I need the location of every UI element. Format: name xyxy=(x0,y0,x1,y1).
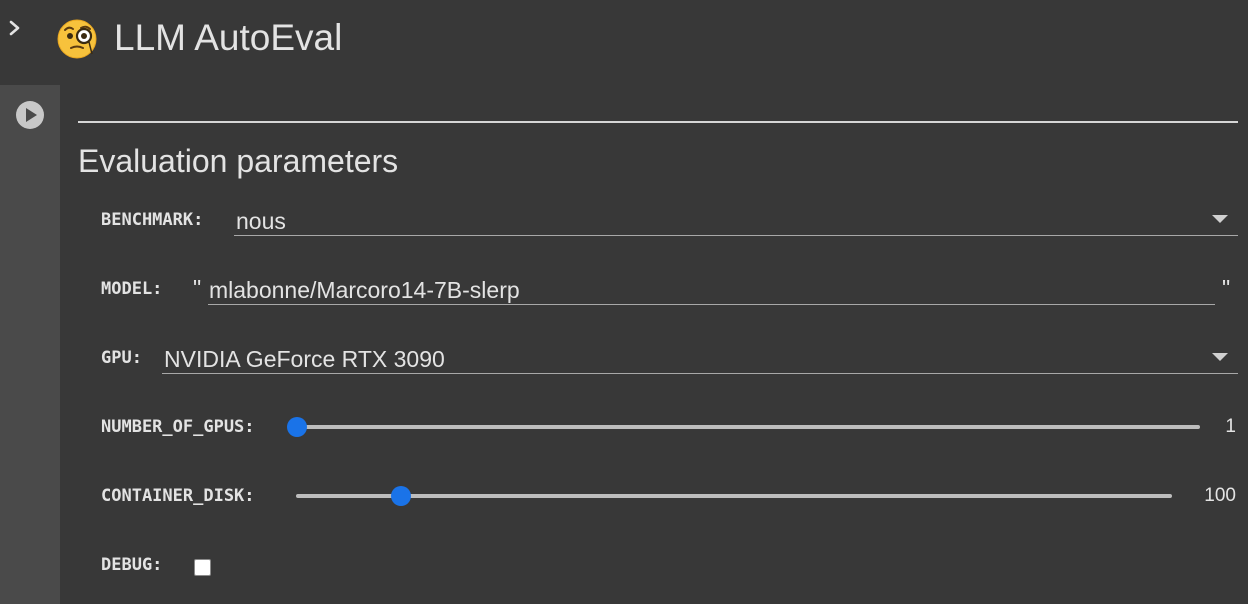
model-close-quote: " xyxy=(1222,275,1231,301)
benchmark-dropdown[interactable]: nous xyxy=(234,205,1238,236)
benchmark-label: BENCHMARK: xyxy=(101,210,204,230)
number-of-gpus-label: NUMBER_OF_GPUS: xyxy=(101,417,255,437)
model-open-quote: " xyxy=(193,275,202,301)
container-disk-slider-track[interactable] xyxy=(296,494,1172,498)
number-of-gpus-value: 1 xyxy=(1225,416,1236,437)
dropdown-arrow-icon xyxy=(1212,215,1228,223)
run-cell-button[interactable] xyxy=(15,100,45,130)
model-text-field[interactable]: mlabonne/Marcoro14-7B-slerp xyxy=(208,274,1215,305)
number-of-gpus-slider-thumb[interactable] xyxy=(287,417,307,437)
model-value: mlabonne/Marcoro14-7B-slerp xyxy=(209,277,520,303)
debug-label: DEBUG: xyxy=(101,555,163,575)
chevron-right-icon[interactable] xyxy=(8,20,22,36)
number-of-gpus-slider-track[interactable] xyxy=(297,425,1200,429)
separator xyxy=(78,121,1238,123)
gpu-label: GPU: xyxy=(101,348,142,368)
gpu-value: NVIDIA GeForce RTX 3090 xyxy=(164,346,445,372)
cell-gutter xyxy=(0,85,60,604)
section-heading: Evaluation parameters xyxy=(78,143,399,179)
cell-title: LLM AutoEval xyxy=(114,17,343,58)
dropdown-arrow-icon xyxy=(1212,353,1228,361)
benchmark-value: nous xyxy=(236,208,286,234)
monocle-face-emoji-icon xyxy=(57,19,97,59)
form-area: Evaluation parameters BENCHMARK: nous MO… xyxy=(78,85,1238,604)
container-disk-slider-thumb[interactable] xyxy=(391,486,412,506)
cell-header: LLM AutoEval xyxy=(0,0,1248,85)
debug-checkbox[interactable] xyxy=(194,559,211,576)
gpu-dropdown[interactable]: NVIDIA GeForce RTX 3090 xyxy=(162,343,1238,374)
model-label: MODEL: xyxy=(101,279,163,299)
container-disk-value: 100 xyxy=(1204,485,1236,506)
container-disk-label: CONTAINER_DISK: xyxy=(101,486,255,506)
